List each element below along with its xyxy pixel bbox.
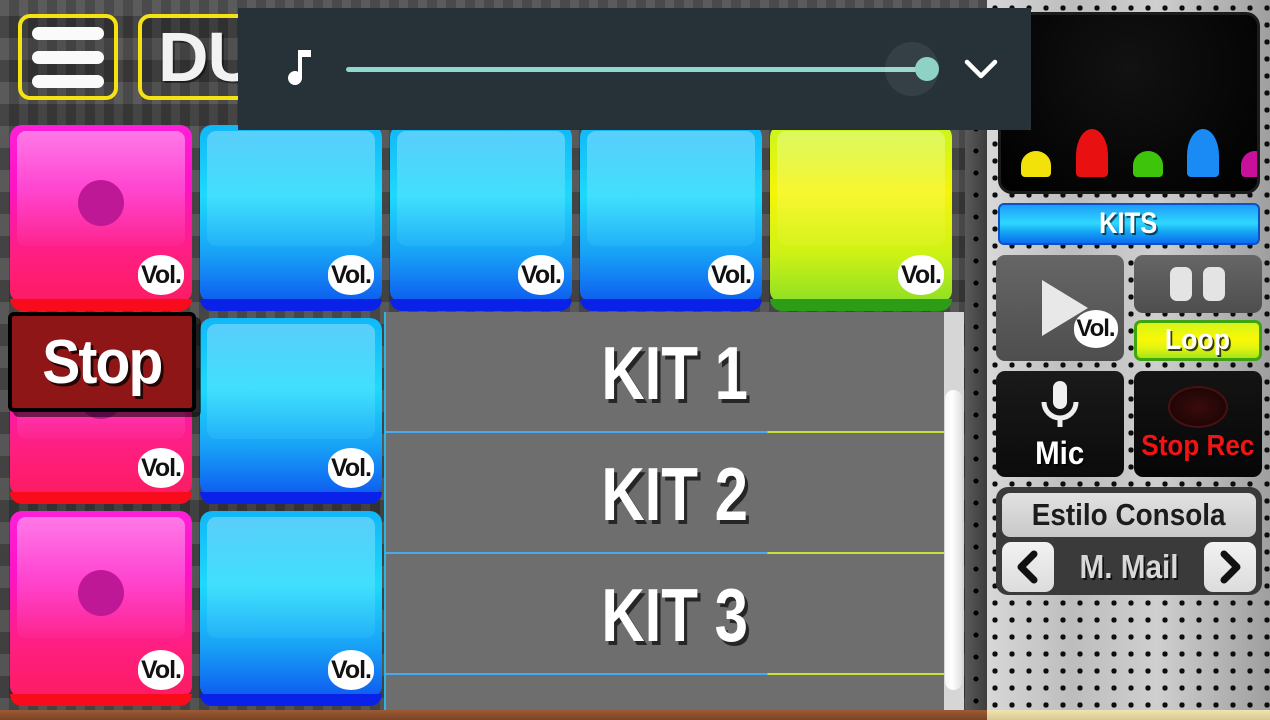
drum-pad-volume-badge[interactable]: Vol. — [138, 255, 184, 295]
play-button[interactable]: Vol. — [995, 255, 1124, 361]
meter-yellow — [1020, 151, 1051, 177]
drum-pad-edge — [200, 299, 382, 311]
drum-pad[interactable]: Vol. — [770, 125, 952, 311]
volume-slider-thumb[interactable] — [915, 57, 939, 81]
hamburger-menu-icon-bar — [32, 50, 104, 64]
chevron-left-icon — [1017, 550, 1037, 584]
microphone-icon — [1041, 380, 1078, 427]
stop-rec-button-label: Stop Rec — [1140, 429, 1255, 462]
meter-red — [1075, 129, 1108, 177]
pause-icon-bar — [1170, 267, 1192, 301]
pause-loop-group: Loop — [1133, 255, 1262, 361]
pause-button[interactable] — [1133, 255, 1262, 313]
console-style-title-label: Estilo Consola — [1031, 497, 1226, 532]
meter-magenta — [1240, 151, 1257, 177]
kits-button[interactable]: KITS — [997, 203, 1260, 245]
panel-divider-strip — [965, 118, 987, 720]
kit-list-item[interactable]: KIT 1 — [386, 312, 964, 433]
collapse-volume-button[interactable] — [953, 41, 1009, 97]
drum-pad-edge — [200, 694, 382, 706]
stop-rec-button[interactable]: Stop Rec — [1133, 371, 1262, 477]
transport-controls: Vol. Loop Mic Stop Rec — [995, 255, 1262, 477]
music-note-icon — [288, 50, 311, 86]
drum-pad[interactable]: Vol. — [10, 511, 192, 706]
mic-button[interactable]: Mic — [995, 371, 1124, 477]
record-circle-icon — [1167, 385, 1228, 428]
drum-pad[interactable]: Vol. — [390, 125, 572, 311]
kits-button-label: KITS — [1099, 207, 1158, 240]
drum-pad-volume-badge[interactable]: Vol. — [328, 650, 374, 690]
stop-button-label: Stop — [42, 327, 163, 397]
console-style-selector: M. Mail — [1001, 542, 1256, 592]
drum-pad-volume-badge[interactable]: Vol. — [708, 255, 754, 295]
app-root: DU Vol. Vol. Vol. Vol. Vol. Vol. Vol. Vol. Vol. … — [0, 0, 1270, 720]
drum-pad-volume-badge[interactable]: Vol. — [328, 448, 374, 488]
drum-pad[interactable]: Vol. — [10, 125, 192, 311]
hamburger-menu-button[interactable] — [18, 14, 118, 100]
volume-slider-overlay — [238, 8, 1031, 130]
console-style-panel: Estilo Consola M. Mail — [995, 487, 1262, 595]
loop-button[interactable]: Loop — [1133, 320, 1262, 361]
drum-pad-volume-badge[interactable]: Vol. — [518, 255, 564, 295]
kit-rows-container: KIT 1KIT 2KIT 3KIT 4 — [386, 312, 964, 720]
drum-pad-center-dot-icon — [78, 569, 124, 616]
meter-green — [1132, 151, 1163, 177]
chevron-down-icon — [964, 59, 998, 79]
drum-pad-edge — [580, 299, 762, 311]
drum-pad[interactable]: Vol. — [580, 125, 762, 311]
mic-button-label: Mic — [1034, 434, 1085, 471]
kit-list-scrollbar[interactable] — [944, 312, 964, 720]
drum-pad-edge — [10, 492, 192, 504]
drum-pad-center-dot-icon — [78, 180, 124, 227]
kit-list-scrollbar-thumb[interactable] — [945, 390, 962, 690]
chevron-right-icon — [1220, 550, 1240, 584]
kit-list-item[interactable]: KIT 2 — [386, 433, 964, 554]
console-style-title: Estilo Consola — [1001, 493, 1256, 537]
meter-blue — [1186, 129, 1219, 177]
loop-button-label: Loop — [1164, 324, 1231, 356]
volume-slider-track[interactable] — [346, 66, 931, 72]
pause-icon-bar — [1203, 267, 1225, 301]
drum-pad-edge — [10, 299, 192, 311]
drum-pad[interactable]: Vol. — [200, 318, 382, 504]
bottom-wood-strip-right — [987, 710, 1270, 720]
drum-pad-volume-badge[interactable]: Vol. — [898, 255, 944, 295]
kit-list-item-label: KIT 2 — [601, 451, 749, 536]
kit-list-item-label: KIT 1 — [601, 330, 749, 415]
drum-pad-volume-badge[interactable]: Vol. — [328, 255, 374, 295]
console-style-value: M. Mail — [1078, 548, 1178, 585]
drum-pad[interactable]: Vol. — [200, 511, 382, 706]
drum-pad[interactable]: Vol. — [200, 125, 382, 311]
volume-slider[interactable] — [346, 42, 939, 96]
play-volume-badge[interactable]: Vol. — [1073, 310, 1118, 348]
kit-list-item-label: KIT 3 — [601, 572, 749, 657]
kit-list-item[interactable]: KIT 3 — [386, 554, 964, 675]
drum-pad-edge — [10, 694, 192, 706]
level-display-screen — [997, 12, 1260, 194]
hamburger-menu-icon-bar — [32, 26, 104, 40]
drum-pad-volume-badge[interactable]: Vol. — [138, 448, 184, 488]
drum-pad-volume-badge[interactable]: Vol. — [138, 650, 184, 690]
style-prev-button[interactable] — [1001, 542, 1054, 592]
stop-button[interactable]: Stop — [8, 312, 196, 412]
drum-pad-edge — [770, 299, 952, 311]
drum-pad-edge — [390, 299, 572, 311]
kit-list[interactable]: KIT 1KIT 2KIT 3KIT 4 — [384, 312, 964, 720]
drum-pad-edge — [200, 492, 382, 504]
hamburger-menu-icon-bar — [32, 74, 104, 88]
style-next-button[interactable] — [1203, 542, 1256, 592]
